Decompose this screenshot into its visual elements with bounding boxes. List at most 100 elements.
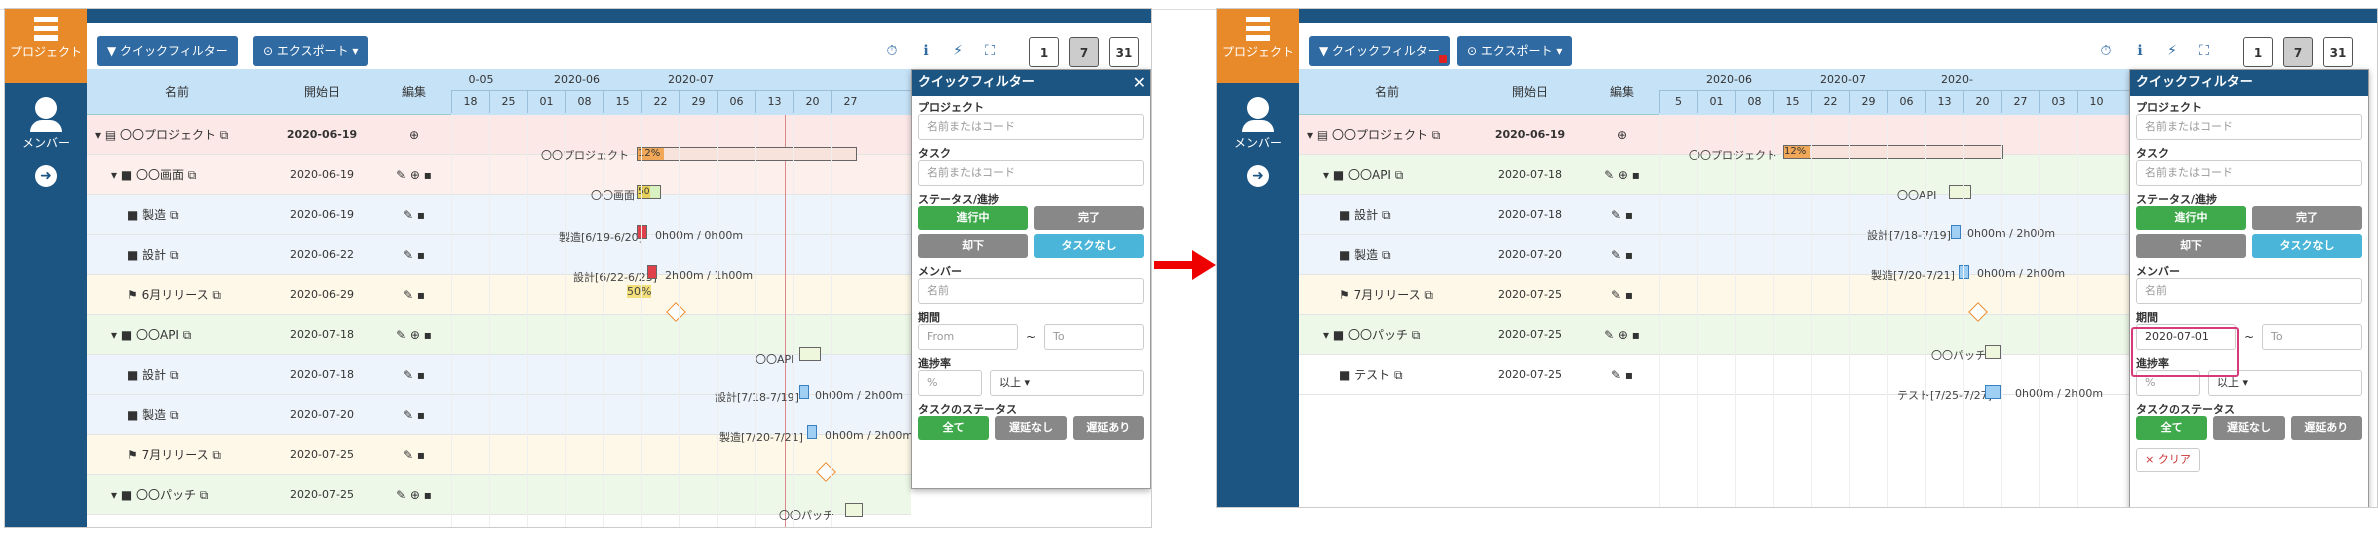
edit-actions[interactable]: ✎ ▪ — [377, 195, 451, 235]
edit-actions[interactable]: ⊕ — [377, 115, 451, 155]
task-name[interactable]: ▾ ▤ 〇〇プロジェクト ⧉ — [1299, 115, 1475, 155]
quick-filter-button[interactable]: ▼ クイックフィルター — [1309, 36, 1450, 66]
status-dropped-button[interactable]: 却下 — [918, 234, 1028, 258]
member-input[interactable]: 名前 — [918, 278, 1144, 304]
gantt-bar-project[interactable]: 12% — [637, 147, 857, 161]
task-name[interactable]: ■ 設計 ⧉ — [87, 355, 267, 395]
sidebar-item-project[interactable]: プロジェクト — [1217, 9, 1299, 83]
quick-filter-button[interactable]: ▼ クイックフィルター — [97, 36, 238, 66]
project-input[interactable]: 名前またはコード — [2136, 114, 2362, 140]
edit-actions[interactable]: ✎ ▪ — [1585, 275, 1659, 315]
calendar-month-button[interactable]: 31 — [1109, 37, 1139, 67]
period-from-input[interactable]: From — [918, 324, 1018, 350]
task-status-no-delay-button[interactable]: 遅延なし — [995, 416, 1067, 440]
task-name[interactable]: ▾ ▤ 〇〇プロジェクト ⧉ — [87, 115, 267, 155]
column-name[interactable]: 名前 — [87, 69, 267, 115]
column-edit[interactable]: 編集 — [377, 69, 451, 115]
status-done-button[interactable]: 完了 — [1034, 206, 1144, 230]
arrow-right-icon[interactable]: ➜ — [35, 165, 57, 187]
calendar-day-button[interactable]: 1 — [2243, 37, 2273, 67]
task-name[interactable]: ▾ ■ 〇〇パッチ ⧉ — [1299, 315, 1475, 355]
calendar-day-button[interactable]: 1 — [1029, 37, 1059, 67]
gantt-bar-api-sekkei[interactable] — [799, 385, 809, 399]
task-name[interactable]: ▾ ■ 〇〇画面 ⧉ — [87, 155, 267, 195]
arrow-right-icon[interactable]: ➜ — [1247, 165, 1269, 187]
task-name[interactable]: ⚑ 6月リリース ⧉ — [87, 275, 267, 315]
task-input[interactable]: 名前またはコード — [918, 160, 1144, 186]
gantt-bar-sekkei[interactable] — [647, 265, 657, 279]
sidebar-item-member[interactable]: メンバー — [5, 83, 87, 151]
status-in-progress-button[interactable]: 進行中 — [918, 206, 1028, 230]
task-name[interactable]: ⚑ 7月リリース ⧉ — [87, 435, 267, 475]
task-name[interactable]: ■ 製造 ⧉ — [87, 395, 267, 435]
task-name[interactable]: ▾ ■ 〇〇API ⧉ — [87, 315, 267, 355]
column-start[interactable]: 開始日 — [1475, 69, 1585, 115]
gantt-bar-patch[interactable] — [845, 503, 863, 517]
calendar-month-button[interactable]: 31 — [2323, 37, 2353, 67]
period-to-input[interactable]: To — [1044, 324, 1144, 350]
milestone-june[interactable] — [666, 302, 686, 322]
column-start[interactable]: 開始日 — [267, 69, 377, 115]
task-input[interactable]: 名前またはコード — [2136, 160, 2362, 186]
task-status-delayed-button[interactable]: 遅延あり — [1072, 416, 1144, 440]
edit-actions[interactable]: ✎ ▪ — [377, 355, 451, 395]
edit-actions[interactable]: ✎ ▪ — [1585, 235, 1659, 275]
gantt-bar-api-seizo[interactable] — [807, 425, 817, 439]
column-name[interactable]: 名前 — [1299, 69, 1475, 115]
gantt-bar-seizo[interactable] — [637, 225, 647, 239]
info-icon[interactable]: ℹ — [917, 43, 935, 59]
info-icon[interactable]: ℹ — [2131, 43, 2149, 59]
task-name[interactable]: ▾ ■ 〇〇パッチ ⧉ — [87, 475, 267, 515]
gantt-bar-api-sekkei[interactable] — [1951, 225, 1961, 239]
task-name[interactable]: ■ テスト ⧉ — [1299, 355, 1475, 395]
lightning-icon[interactable]: ⚡ — [949, 43, 967, 59]
gantt-bar-test[interactable] — [1985, 385, 2001, 399]
lightning-icon[interactable]: ⚡ — [2163, 43, 2181, 59]
task-name[interactable]: ■ 設計 ⧉ — [1299, 195, 1475, 235]
edit-actions[interactable]: ✎ ⊕ ▪ — [377, 475, 451, 515]
fullscreen-icon[interactable]: ⛶ — [981, 43, 999, 59]
edit-actions[interactable]: ✎ ⊕ ▪ — [1585, 155, 1659, 195]
fullscreen-icon[interactable]: ⛶ — [2195, 43, 2213, 59]
gantt-bar-patch[interactable] — [1985, 345, 2001, 359]
calendar-week-button[interactable]: 7 — [1069, 37, 1099, 67]
milestone-july[interactable] — [1968, 302, 1988, 322]
status-dropped-button[interactable]: 却下 — [2136, 234, 2246, 258]
task-status-delayed-button[interactable]: 遅延あり — [2290, 416, 2362, 440]
progress-condition-select[interactable]: 以上 ▾ — [990, 370, 1144, 396]
edit-actions[interactable]: ⊕ — [1585, 115, 1659, 155]
task-name[interactable]: ⚑ 7月リリース ⧉ — [1299, 275, 1475, 315]
calendar-week-button[interactable]: 7 — [2283, 37, 2313, 67]
edit-actions[interactable]: ✎ ▪ — [1585, 355, 1659, 395]
edit-actions[interactable]: ✎ ▪ — [377, 435, 451, 475]
edit-actions[interactable]: ✎ ▪ — [1585, 195, 1659, 235]
sidebar-item-project[interactable]: プロジェクト — [5, 9, 87, 83]
gantt-bar-api-seizo[interactable] — [1959, 265, 1969, 279]
sidebar-item-member[interactable]: メンバー — [1217, 83, 1299, 151]
edit-actions[interactable]: ✎ ⊕ ▪ — [377, 315, 451, 355]
edit-actions[interactable]: ✎ ⊕ ▪ — [1585, 315, 1659, 355]
status-no-task-button[interactable]: タスクなし — [1034, 234, 1144, 258]
column-edit[interactable]: 編集 — [1585, 69, 1659, 115]
edit-actions[interactable]: ✎ ▪ — [377, 275, 451, 315]
edit-actions[interactable]: ✎ ▪ — [377, 395, 451, 435]
project-input[interactable]: 名前またはコード — [918, 114, 1144, 140]
member-input[interactable]: 名前 — [2136, 278, 2362, 304]
export-button[interactable]: ⊙ エクスポート ▾ — [1457, 36, 1573, 66]
task-name[interactable]: ■ 設計 ⧉ — [87, 235, 267, 275]
status-no-task-button[interactable]: タスクなし — [2252, 234, 2362, 258]
task-status-no-delay-button[interactable]: 遅延なし — [2213, 416, 2285, 440]
task-name[interactable]: ▾ ■ 〇〇API ⧉ — [1299, 155, 1475, 195]
period-to-input[interactable]: To — [2262, 324, 2362, 350]
status-in-progress-button[interactable]: 進行中 — [2136, 206, 2246, 230]
milestone-july[interactable] — [816, 462, 836, 482]
task-name[interactable]: ■ 製造 ⧉ — [87, 195, 267, 235]
task-status-all-button[interactable]: 全て — [918, 416, 990, 440]
gantt-bar-project[interactable]: 12% — [1783, 145, 2003, 159]
timer-icon[interactable]: ⏱ — [883, 43, 901, 59]
progress-pct-input[interactable]: % — [918, 370, 982, 396]
timer-icon[interactable]: ⏱ — [2097, 43, 2115, 59]
clear-button[interactable]: × クリア — [2136, 448, 2200, 472]
task-status-all-button[interactable]: 全て — [2136, 416, 2208, 440]
task-name[interactable]: ■ 製造 ⧉ — [1299, 235, 1475, 275]
